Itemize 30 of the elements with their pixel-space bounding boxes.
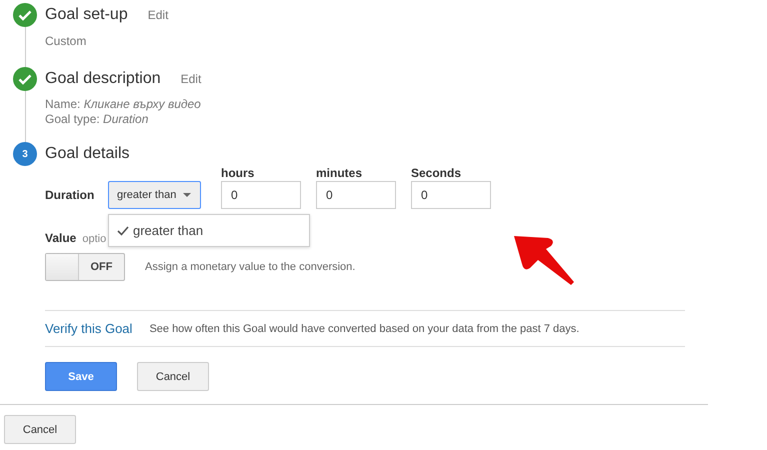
value-label: Value	[45, 231, 76, 245]
menu-option[interactable]: greater than	[109, 219, 309, 242]
step-number: 3	[13, 142, 37, 166]
step-detail: Name: Кликане върху видео	[45, 97, 202, 112]
verify-link[interactable]: Verify this Goal	[45, 321, 132, 336]
edit-link[interactable]: Edit	[148, 8, 168, 22]
input-field[interactable]: 0	[411, 181, 491, 209]
toggle-description: Assign a monetary value to the conversion.	[145, 261, 356, 273]
check-icon	[117, 226, 129, 236]
step-title: Goal set-up	[45, 6, 128, 24]
input-field[interactable]: 0	[316, 181, 396, 209]
caret-icon	[183, 193, 192, 197]
step-detail: Custom	[45, 34, 88, 49]
cancel-button[interactable]: Cancel	[4, 415, 76, 444]
step-detail: Goal type: Duration	[45, 112, 150, 127]
toggle-switch[interactable]: OFF	[45, 253, 125, 281]
edit-link[interactable]: Edit	[180, 72, 202, 86]
step-title: Goal description	[45, 70, 161, 88]
duration-label: Duration	[45, 188, 96, 202]
comparison-dropdown[interactable]: greater than	[108, 181, 201, 209]
input-field[interactable]: 0	[221, 181, 301, 209]
check-circle-icon	[13, 67, 37, 91]
field-label: Seconds	[411, 166, 462, 180]
field-label: minutes	[316, 166, 364, 180]
optional-hint: optio	[82, 233, 106, 245]
verify-description: See how often this Goal would have converted based on your data from the past 7 days.	[149, 322, 580, 334]
field-label: hours	[221, 166, 256, 180]
step-title: Goal details	[45, 145, 130, 163]
check-circle-icon	[13, 3, 37, 27]
cancel-button[interactable]: Cancel	[137, 362, 209, 391]
